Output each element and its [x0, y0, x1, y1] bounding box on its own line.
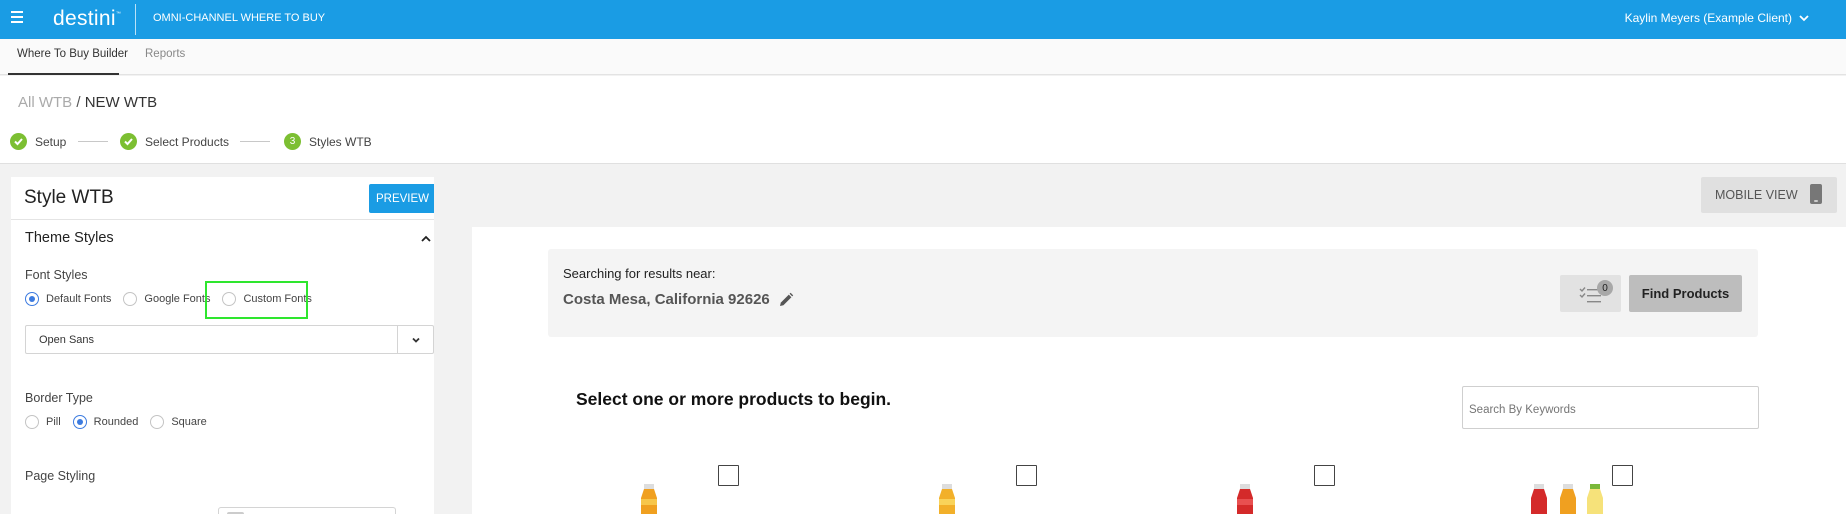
product-card[interactable] [632, 465, 782, 514]
logo-text: destini [53, 7, 116, 30]
mobile-view-label: MOBILE VIEW [1715, 188, 1798, 202]
phone-icon [1810, 184, 1822, 204]
checkmark-icon [120, 133, 137, 150]
tab-where-to-buy-builder[interactable]: Where To Buy Builder [17, 48, 128, 60]
product-list-button[interactable]: 0 [1560, 275, 1621, 312]
top-bar: destini™ OMNI-CHANNEL WHERE TO BUY Kayli… [0, 0, 1846, 39]
step-select-products[interactable]: Select Products [120, 133, 229, 150]
step-connector [78, 141, 108, 142]
step-label: Select Products [145, 134, 230, 149]
tab-reports[interactable]: Reports [145, 48, 185, 60]
select-products-heading: Select one or more products to begin. [576, 389, 892, 409]
radio-rounded[interactable]: Rounded [72, 415, 139, 429]
product-bottle-image [641, 484, 657, 514]
font-family-select[interactable]: Open Sans [25, 325, 434, 354]
radio-button[interactable] [222, 292, 237, 306]
product-bottle-image [939, 484, 955, 514]
radio-google-fonts[interactable]: Google Fonts [123, 292, 210, 306]
keyword-search-input[interactable] [1462, 386, 1759, 429]
radio-button[interactable] [72, 415, 87, 429]
mobile-view-button[interactable]: MOBILE VIEW [1701, 177, 1837, 213]
style-panel: Style WTB PREVIEW Theme Styles Font Styl… [11, 177, 434, 514]
step-label: Setup [35, 134, 67, 149]
step-setup[interactable]: Setup [10, 133, 66, 150]
checkmark-icon [10, 133, 27, 150]
step-number-badge: 3 [284, 133, 301, 150]
wtb-preview: Searching for results near: Costa Mesa, … [472, 227, 1846, 514]
theme-styles-heading[interactable]: Theme Styles [25, 230, 114, 246]
product-card[interactable] [1228, 465, 1378, 514]
hamburger-menu-icon[interactable] [11, 11, 23, 23]
product-checkbox[interactable] [1016, 465, 1037, 486]
font-styles-label: Font Styles [25, 268, 88, 282]
step-connector [240, 141, 270, 142]
product-bottle-image [1531, 484, 1603, 514]
radio-label: Default Fonts [46, 293, 112, 305]
radio-button[interactable] [25, 292, 39, 306]
font-styles-radio-group: Default Fonts Google Fonts Custom Fonts [25, 292, 324, 306]
location-display: Costa Mesa, California 92626 [563, 291, 794, 308]
radio-button[interactable] [150, 415, 165, 429]
font-family-value: Open Sans [39, 334, 95, 346]
breadcrumb-all-wtb[interactable]: All WTB [18, 94, 72, 111]
step-label: Styles WTB [309, 134, 372, 149]
breadcrumb-current: NEW WTB [84, 94, 158, 111]
product-checkbox[interactable] [1612, 465, 1633, 486]
near-label: Searching for results near: [563, 266, 716, 281]
logo-trademark: ™ [115, 11, 122, 17]
radio-label: Custom Fonts [243, 293, 312, 305]
style-panel-header: Style WTB PREVIEW [11, 177, 434, 220]
border-type-label: Border Type [25, 391, 93, 405]
radio-square[interactable]: Square [150, 415, 207, 429]
radio-button[interactable] [123, 292, 138, 306]
border-type-radio-group: Pill Rounded Square [25, 415, 219, 429]
chevron-down-icon[interactable] [1797, 11, 1811, 25]
radio-label: Google Fonts [144, 293, 211, 305]
radio-pill[interactable]: Pill [25, 415, 61, 429]
panel-title: Style WTB [24, 187, 114, 208]
header-divider [135, 4, 136, 35]
destini-logo[interactable]: destini™ [53, 7, 121, 31]
breadcrumb-separator: / [76, 94, 81, 111]
product-card[interactable] [930, 465, 1080, 514]
radio-button[interactable] [25, 415, 39, 429]
preview-button[interactable]: PREVIEW [369, 184, 434, 213]
location-search-card: Searching for results near: Costa Mesa, … [548, 249, 1758, 337]
radio-label: Square [171, 416, 207, 428]
color-picker-input[interactable] [218, 507, 396, 514]
tab-bar: Where To Buy Builder Reports [0, 39, 1846, 75]
radio-custom-fonts[interactable]: Custom Fonts [222, 292, 312, 306]
page-styling-label: Page Styling [25, 469, 96, 483]
chevron-up-icon[interactable] [420, 233, 432, 245]
app-title: OMNI-CHANNEL WHERE TO BUY [153, 12, 326, 24]
product-bottle-image [1237, 484, 1253, 514]
page-header: All WTB / NEW WTB Setup Select Products … [0, 76, 1846, 164]
step-styles-wtb[interactable]: 3 Styles WTB [284, 133, 372, 150]
user-menu[interactable]: Kaylin Meyers (Example Client) [1625, 11, 1792, 25]
product-checkbox[interactable] [718, 465, 739, 486]
location-text: Costa Mesa, California 92626 [563, 291, 770, 308]
product-card[interactable] [1526, 465, 1676, 514]
radio-label: Pill [46, 416, 61, 428]
find-products-button[interactable]: Find Products [1629, 275, 1742, 312]
chevron-down-icon[interactable] [397, 326, 433, 353]
pencil-icon[interactable] [778, 292, 794, 308]
list-count-badge: 0 [1597, 280, 1613, 296]
active-tab-indicator [8, 73, 119, 75]
product-checkbox[interactable] [1314, 465, 1335, 486]
breadcrumb: All WTB / NEW WTB [18, 94, 157, 111]
radio-label: Rounded [93, 416, 139, 428]
radio-default-fonts[interactable]: Default Fonts [25, 292, 111, 306]
